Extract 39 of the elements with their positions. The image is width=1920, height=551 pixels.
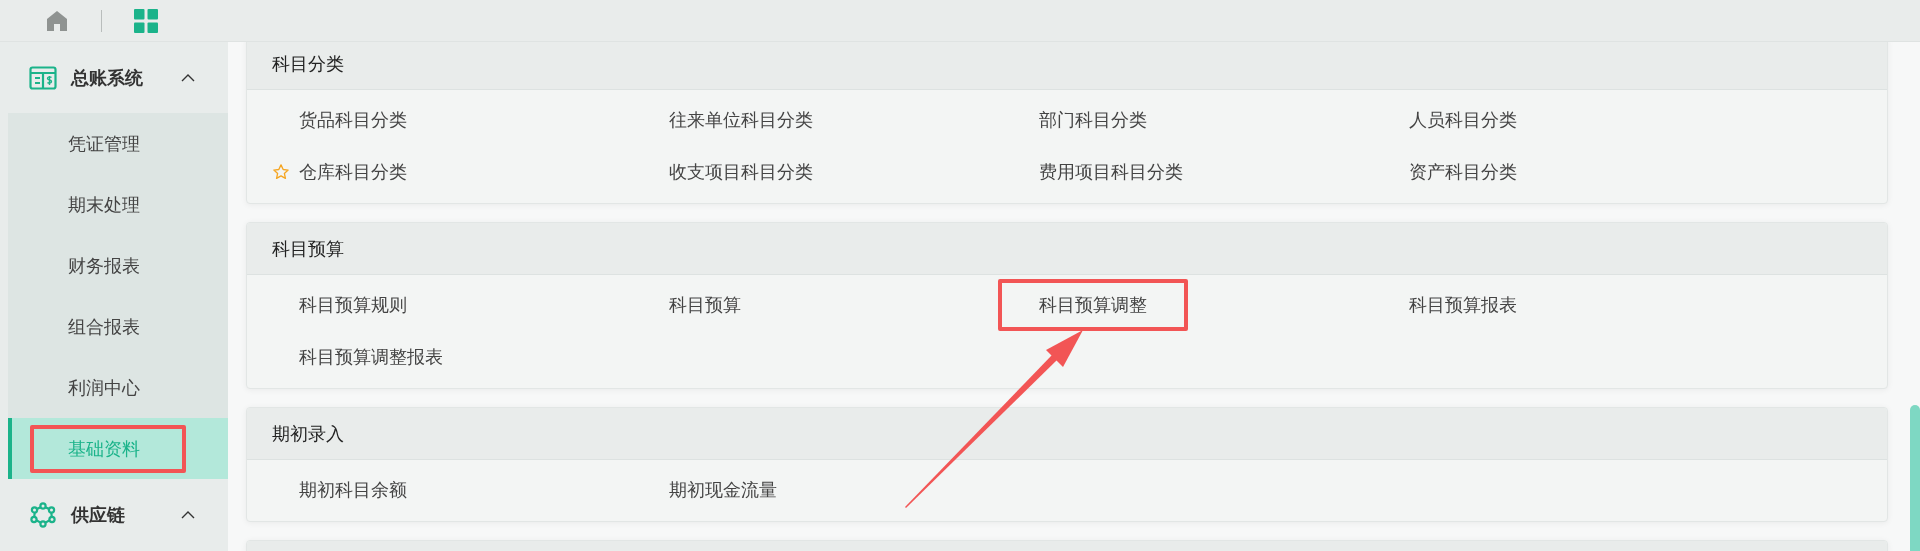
- menu-item[interactable]: 凭证管理: [8, 113, 228, 174]
- menu-link[interactable]: 科目预算调整报表: [258, 331, 484, 383]
- star-icon[interactable]: [272, 163, 290, 181]
- menu-item[interactable]: 期末处理: [8, 174, 228, 235]
- chevron-icon[interactable]: [181, 73, 195, 82]
- menu-group-title[interactable]: 总账系统: [71, 65, 167, 90]
- highlighted-link[interactable]: 科目预算调整: [998, 279, 1188, 331]
- menu-label: 凭证管理: [67, 131, 141, 156]
- highlight-box: 基础资料: [30, 424, 186, 473]
- menu-group-title[interactable]: 供应链: [71, 502, 167, 527]
- grid-icon[interactable]: [134, 8, 158, 33]
- menu-link[interactable]: 期初现金流量: [628, 464, 818, 516]
- menu-item[interactable]: 组合报表: [8, 296, 228, 357]
- menu-label: 期末处理: [67, 192, 141, 217]
- scrollbar-thumb[interactable]: [1910, 405, 1920, 551]
- menu-link[interactable]: 收支项目科目分类: [628, 146, 854, 198]
- ledger-icon: [29, 65, 57, 90]
- menu-link[interactable]: 科目预算规则: [258, 279, 448, 331]
- menu-link[interactable]: 资产科目分类: [1368, 146, 1558, 198]
- menu-label: 组合报表: [67, 314, 141, 339]
- chevron-icon[interactable]: [181, 510, 195, 519]
- menu-item[interactable]: 财务报表: [8, 235, 228, 296]
- menu-link[interactable]: 往来单位科目分类: [628, 94, 854, 146]
- section-title: 期初录入: [272, 421, 344, 446]
- menu-link[interactable]: 科目预算报表: [1368, 279, 1558, 331]
- menu-item[interactable]: 利润中心: [8, 357, 228, 418]
- section-title: 科目预算: [272, 236, 344, 261]
- menu-link[interactable]: 部门科目分类: [998, 94, 1188, 146]
- menu-link[interactable]: 科目预算: [628, 279, 782, 331]
- menu-link[interactable]: 费用项目科目分类: [998, 146, 1224, 198]
- menu-link[interactable]: 期初科目余额: [258, 464, 448, 516]
- section-title: 科目分类: [272, 51, 344, 76]
- menu-label: 财务报表: [67, 253, 141, 278]
- home-icon[interactable]: [46, 9, 68, 32]
- network-icon: [30, 501, 56, 528]
- menu-link[interactable]: 货品科目分类: [258, 94, 448, 146]
- menu-link[interactable]: 仓库科目分类: [258, 146, 448, 198]
- menu-label: 利润中心: [67, 375, 141, 400]
- menu-link[interactable]: 人员科目分类: [1368, 94, 1558, 146]
